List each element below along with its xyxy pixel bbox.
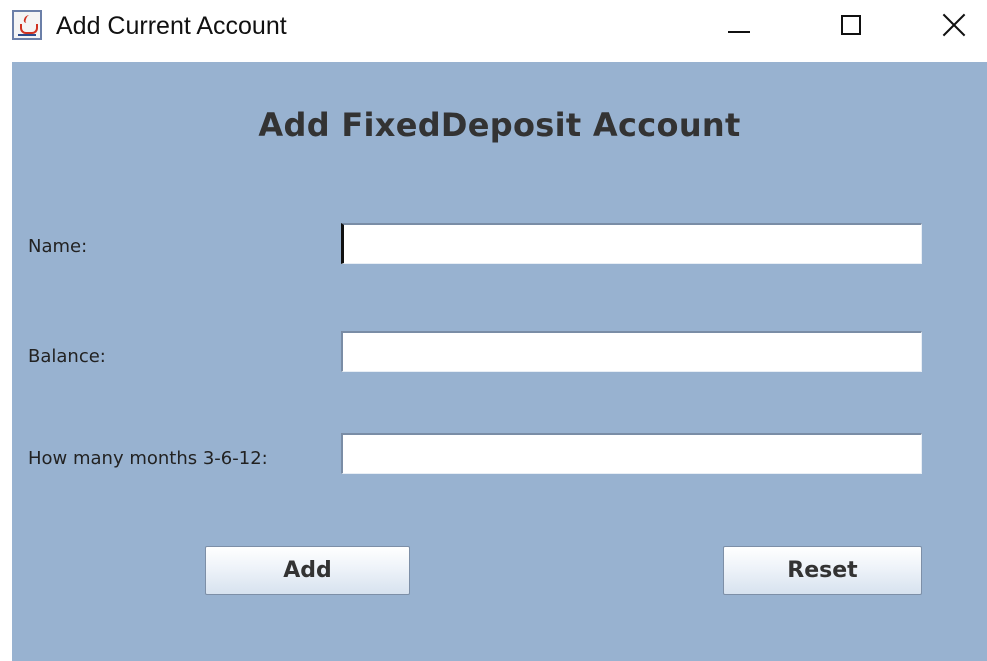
- close-icon: [941, 12, 967, 38]
- form-heading: Add FixedDeposit Account: [258, 106, 741, 144]
- window-title: Add Current Account: [56, 12, 287, 40]
- close-button[interactable]: [927, 0, 987, 55]
- balance-field[interactable]: [341, 331, 922, 372]
- form-panel: Add FixedDeposit Account Name: Balance: …: [12, 62, 987, 661]
- maximize-button[interactable]: [822, 0, 882, 55]
- maximize-icon: [841, 15, 861, 35]
- add-account-window: Add Current Account Add FixedDeposit Acc…: [0, 0, 987, 661]
- add-button[interactable]: Add: [205, 546, 410, 595]
- balance-label: Balance:: [28, 346, 106, 367]
- months-label: How many months 3-6-12:: [28, 448, 268, 469]
- minimize-icon: [728, 31, 750, 33]
- java-cup-icon[interactable]: [12, 10, 42, 40]
- name-label: Name:: [28, 236, 88, 257]
- name-field[interactable]: [341, 223, 922, 264]
- title-bar[interactable]: Add Current Account: [0, 0, 987, 62]
- months-field[interactable]: [341, 433, 922, 474]
- minimize-button[interactable]: [712, 0, 772, 55]
- reset-button[interactable]: Reset: [723, 546, 922, 595]
